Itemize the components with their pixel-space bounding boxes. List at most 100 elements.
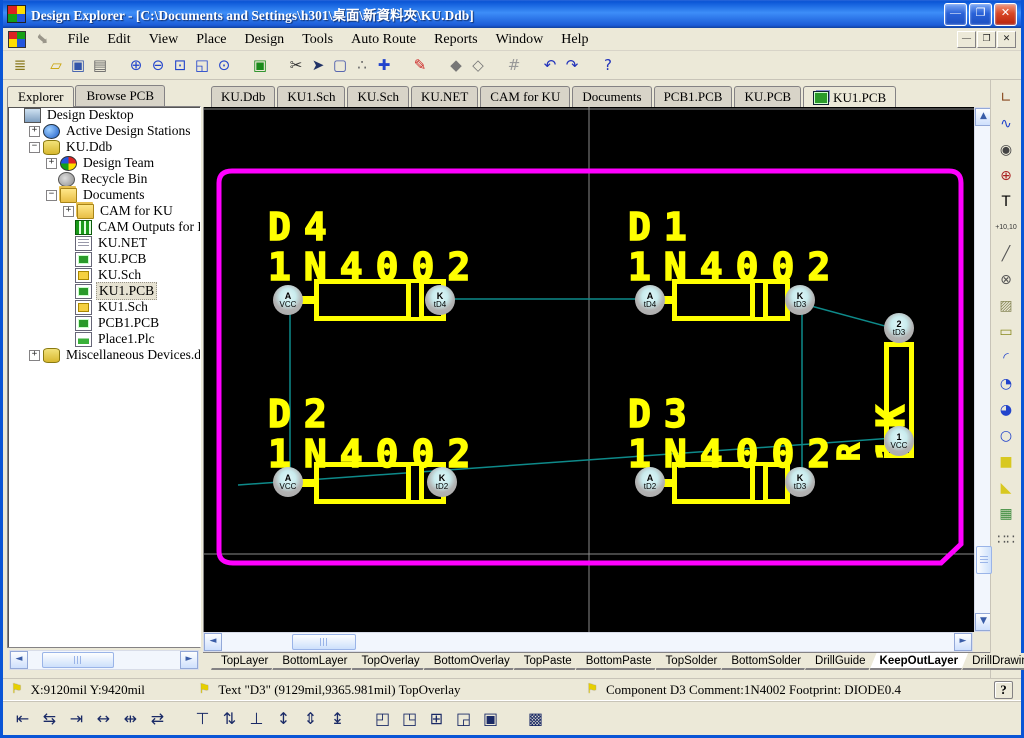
tree-item[interactable]: KU.PCB — [8, 251, 200, 267]
undo-icon[interactable]: ↶ — [539, 54, 561, 76]
close-button[interactable]: ✕ — [994, 3, 1017, 26]
silkscreen-text[interactable]: D11N4002 — [628, 207, 843, 287]
component-placement-icon[interactable]: ▣ — [479, 707, 502, 730]
app-menu-icon[interactable] — [8, 31, 26, 48]
scroll-thumb[interactable] — [292, 634, 356, 650]
arrange-outside-room-icon[interactable]: ◳ — [398, 707, 421, 730]
tree-item[interactable]: Design Desktop — [8, 107, 200, 123]
design-manager-icon[interactable]: ≣ — [9, 54, 31, 76]
expand-toggle-icon[interactable]: + — [29, 126, 40, 137]
place-paste-array-icon[interactable]: ▦ — [995, 504, 1017, 524]
menu-place[interactable]: Place — [187, 30, 235, 49]
scroll-right-button[interactable]: ► — [180, 651, 198, 669]
silkscreen-text[interactable]: D41N4002 — [268, 207, 483, 287]
tree-item[interactable]: +Design Team — [8, 155, 200, 171]
shrink-vertical-icon[interactable]: ↨ — [326, 707, 349, 730]
place-string-icon[interactable]: T — [995, 192, 1017, 212]
shift-left-icon[interactable]: ⇆ — [38, 707, 61, 730]
help-icon[interactable]: ? — [597, 54, 619, 76]
menu-view[interactable]: View — [140, 30, 187, 49]
tree-item[interactable]: −KU.Ddb — [8, 139, 200, 155]
expand-toggle-icon[interactable]: + — [29, 350, 40, 361]
tree-item[interactable]: +Miscellaneous Devices.ddb — [8, 347, 200, 363]
document-tab-ku.ddb[interactable]: KU.Ddb — [211, 86, 275, 107]
center-vertical-icon[interactable]: ↕ — [272, 707, 295, 730]
menu-edit[interactable]: Edit — [98, 30, 139, 49]
layer-tab-toplayer[interactable]: TopLayer — [211, 653, 278, 670]
space-vertical-icon[interactable]: ⇕ — [299, 707, 322, 730]
nav-arrow-icon[interactable]: ➥ — [31, 28, 53, 51]
expand-toggle-icon[interactable]: − — [29, 142, 40, 153]
mdi-minimize-button[interactable]: — — [957, 31, 976, 48]
print-icon[interactable]: ▤ — [89, 54, 111, 76]
place-smart-route-icon[interactable]: ∿ — [995, 114, 1017, 134]
tree-item[interactable]: CAM Outputs for KU — [8, 219, 200, 235]
place-arc-any-icon[interactable]: ◕ — [995, 400, 1017, 420]
menu-design[interactable]: Design — [236, 30, 294, 49]
shield-off-icon[interactable]: ◇ — [467, 54, 489, 76]
context-help-button[interactable]: ? — [994, 681, 1013, 699]
density-map-icon[interactable]: ▩ — [524, 707, 547, 730]
tree-item[interactable]: +CAM for KU — [8, 203, 200, 219]
place-circle-icon[interactable]: ○ — [995, 426, 1017, 446]
place-arc-edge-icon[interactable]: ◜ — [995, 348, 1017, 368]
scroll-right-button[interactable]: ► — [954, 633, 972, 651]
pad-d3-k[interactable]: KtD3 — [785, 467, 815, 497]
layer-tab-drilldrawing[interactable]: DrillDrawing — [962, 653, 1024, 670]
document-tab-ku.sch[interactable]: KU.Sch — [347, 86, 409, 107]
place-pad-icon[interactable]: ◉ — [995, 140, 1017, 160]
layer-tab-topoverlay[interactable]: TopOverlay — [352, 653, 430, 670]
mdi-restore-button[interactable]: ❐ — [977, 31, 996, 48]
menu-file[interactable]: File — [59, 30, 99, 49]
panel-horizontal-scrollbar[interactable]: ◄ ► — [9, 650, 199, 670]
tree-item[interactable]: KU1.Sch — [8, 299, 200, 315]
place-coordinate-icon[interactable]: +10,10 — [995, 218, 1017, 238]
scroll-left-button[interactable]: ◄ — [204, 633, 222, 651]
camera-icon[interactable]: ▣ — [249, 54, 271, 76]
zoom-window-icon[interactable]: ⊡ — [169, 54, 191, 76]
place-component-icon[interactable]: ▭ — [995, 322, 1017, 342]
layer-tab-keepoutlayer[interactable]: KeepOutLayer — [870, 653, 969, 670]
diode-body[interactable] — [672, 279, 790, 321]
zoom-point-icon[interactable]: ⊙ — [213, 54, 235, 76]
center-horizontal-icon[interactable]: ↔ — [92, 707, 115, 730]
tree-item[interactable]: Recycle Bin — [8, 171, 200, 187]
place-track-icon[interactable]: ∟ — [995, 88, 1017, 108]
pad-d4-k[interactable]: KtD4 — [425, 285, 455, 315]
save-icon[interactable]: ▣ — [67, 54, 89, 76]
place-array-icon[interactable]: ∷∷ — [995, 530, 1017, 550]
menu-window[interactable]: Window — [487, 30, 553, 49]
place-fill-hatch-icon[interactable]: ▨ — [995, 296, 1017, 316]
document-tab-ku.pcb[interactable]: KU.PCB — [734, 86, 801, 107]
tree-item[interactable]: KU1.PCB — [8, 283, 200, 299]
pad-r-2[interactable]: 2tD3 — [884, 313, 914, 343]
cut-icon[interactable]: ✂ — [285, 54, 307, 76]
pad-r-1[interactable]: 1VCC — [884, 426, 914, 456]
layer-tab-bottompaste[interactable]: BottomPaste — [576, 653, 662, 670]
pad-d2-a[interactable]: AVCC — [273, 467, 303, 497]
tree-item[interactable]: KU.Sch — [8, 267, 200, 283]
pad-d1-a[interactable]: AtD4 — [635, 285, 665, 315]
menu-help[interactable]: Help — [552, 30, 597, 49]
tree-item[interactable]: +Active Design Stations — [8, 123, 200, 139]
arrange-within-room-icon[interactable]: ◰ — [371, 707, 394, 730]
scroll-thumb[interactable] — [976, 546, 992, 574]
align-right-icon[interactable]: ⇥ — [65, 707, 88, 730]
distribute-vertical-icon[interactable]: ⇅ — [218, 707, 241, 730]
shield-on-icon[interactable]: ◆ — [445, 54, 467, 76]
space-horizontal-icon[interactable]: ⇄ — [146, 707, 169, 730]
tree-item[interactable]: −Documents — [8, 187, 200, 203]
redo-icon[interactable]: ↷ — [561, 54, 583, 76]
diode-body[interactable] — [672, 462, 790, 504]
layer-tab-bottomlayer[interactable]: BottomLayer — [272, 653, 357, 670]
place-polygon-icon[interactable]: ◣ — [995, 478, 1017, 498]
expand-toggle-icon[interactable]: + — [63, 206, 74, 217]
place-arc-center-icon[interactable]: ◔ — [995, 374, 1017, 394]
pad-d3-a[interactable]: AtD2 — [635, 467, 665, 497]
document-tab-cam-for-ku[interactable]: CAM for KU — [480, 86, 570, 107]
scroll-thumb[interactable] — [42, 652, 114, 668]
align-top-icon[interactable]: ⊤ — [191, 707, 214, 730]
tree-item[interactable]: Place1.Plc — [8, 331, 200, 347]
select-area-icon[interactable]: ▢ — [329, 54, 351, 76]
align-left-icon[interactable]: ⇤ — [11, 707, 34, 730]
